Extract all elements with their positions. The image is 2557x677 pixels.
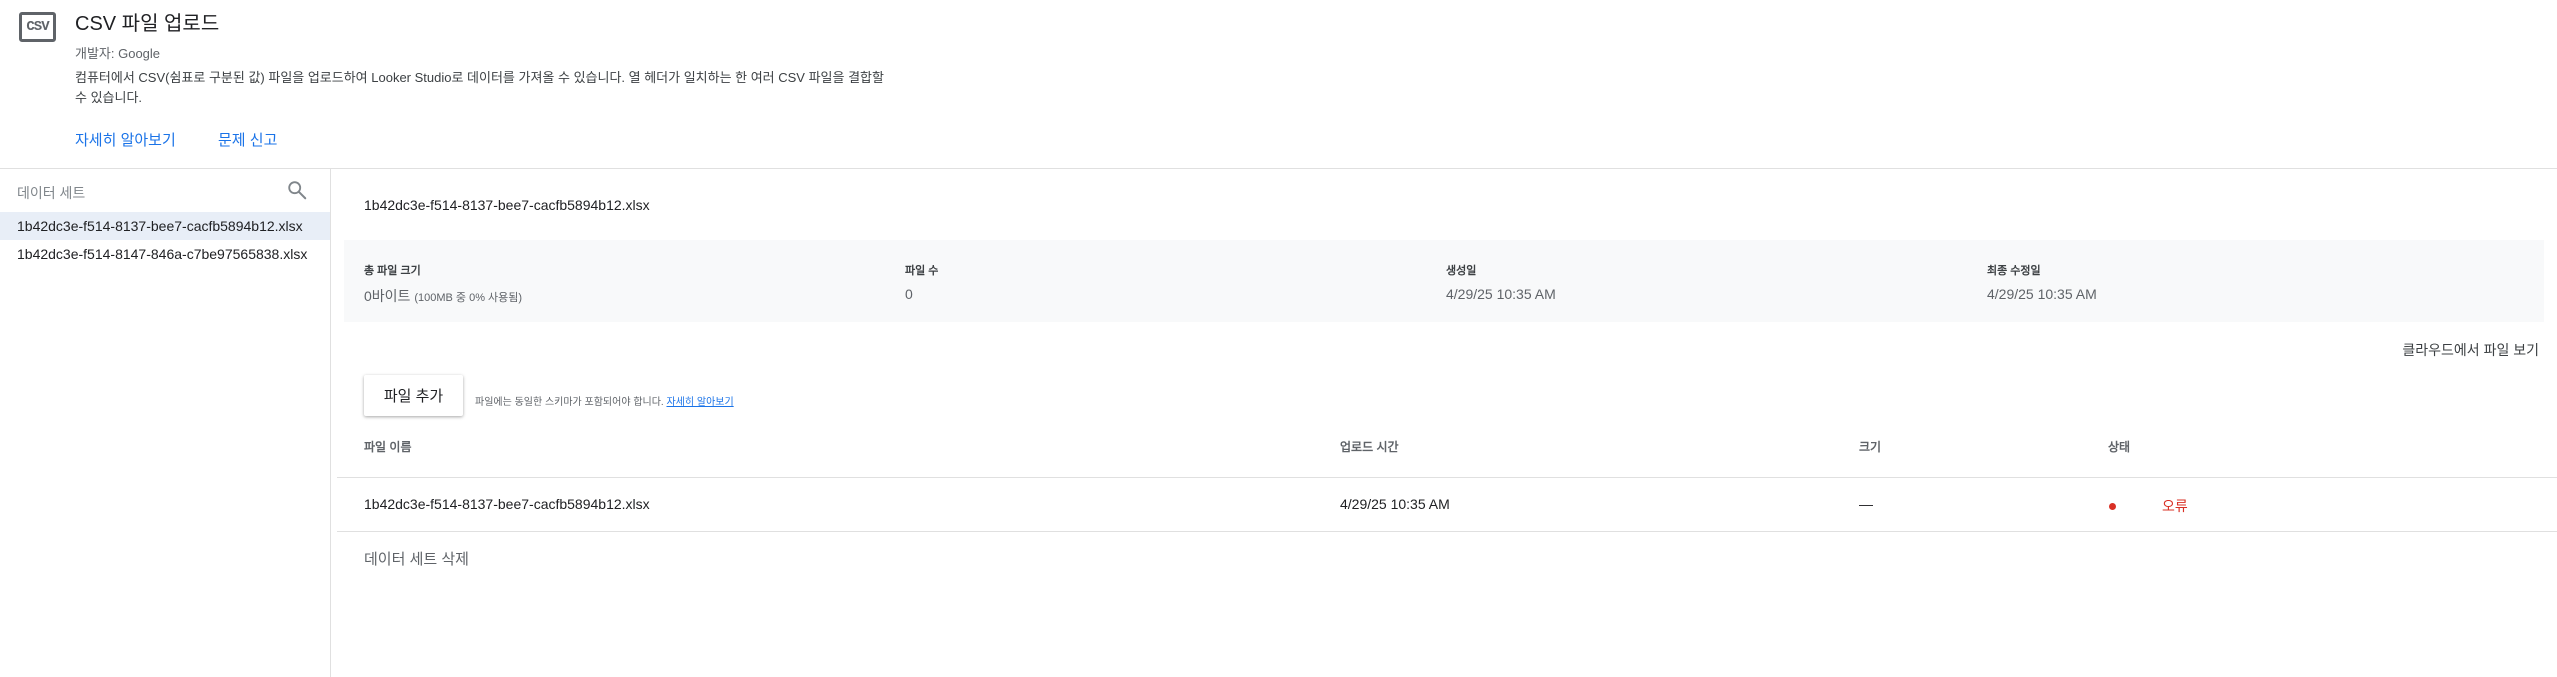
dataset-list-item[interactable]: 1b42dc3e-f514-8147-846a-c7be97565838.xls… [0,240,330,268]
column-header-size[interactable]: 크기 [1859,438,1881,455]
table-divider [337,477,2557,478]
error-status-dot-icon [2109,503,2116,510]
column-header-file-name[interactable]: 파일 이름 [364,438,412,455]
column-header-upload-time[interactable]: 업로드 시간 [1340,438,1399,455]
view-in-cloud-link[interactable]: 클라우드에서 파일 보기 [2402,340,2539,360]
dataset-title: 1b42dc3e-f514-8137-bee7-cacfb5894b12.xls… [364,197,650,213]
file-count-value: 0 [905,286,913,302]
connector-description: 컴퓨터에서 CSV(쉼표로 구분된 값) 파일을 업로드하여 Looker St… [75,70,884,105]
report-issue-link[interactable]: 문제 신고 [218,129,277,150]
delete-dataset-button[interactable]: 데이터 세트 삭제 [364,548,469,569]
total-size-label: 총 파일 크기 [364,265,421,277]
connector-header: CSV CSV 파일 업로드 개발자: Google 컴퓨터에서 CSV(쉼표로… [0,0,2557,169]
dataset-list-item[interactable]: 1b42dc3e-f514-8137-bee7-cacfb5894b12.xls… [0,212,330,240]
dataset-sidebar: 데이터 세트 1b42dc3e-f514-8137-bee7-cacfb5894… [0,169,331,677]
row-upload-time: 4/29/25 10:35 AM [1340,496,1450,512]
schema-learn-more-link[interactable]: 자세히 알아보기 [666,397,733,408]
file-count-label: 파일 수 [905,265,939,277]
page-title: CSV 파일 업로드 [75,13,220,35]
developer-label: 개발자: Google [75,46,161,61]
search-icon[interactable] [286,179,308,201]
dataset-search-input[interactable]: 데이터 세트 [17,183,85,203]
table-divider [337,531,2557,532]
row-status: 오류 [2162,498,2188,514]
quota-usage: (100MB 중 0% 사용됨) [414,292,523,304]
modified-date-label: 최종 수정일 [1987,265,2041,277]
schema-hint: 파일에는 동일한 스키마가 포함되어야 합니다. 자세히 알아보기 [475,393,734,408]
created-date-label: 생성일 [1446,265,1477,277]
learn-more-link[interactable]: 자세히 알아보기 [75,129,176,150]
total-size-amount: 0바이트 [364,288,411,304]
csv-file-icon: CSV [19,12,56,42]
created-date-value: 4/29/25 10:35 AM [1446,286,1556,302]
schema-hint-text: 파일에는 동일한 스키마가 포함되어야 합니다. [475,397,664,408]
modified-date-value: 4/29/25 10:35 AM [1987,286,2097,302]
dataset-stats-panel: 총 파일 크기 0바이트 (100MB 중 0% 사용됨) 파일 수 0 생성일… [344,240,2544,322]
add-file-button[interactable]: 파일 추가 [364,375,463,416]
row-size: — [1859,496,1873,512]
row-file-name: 1b42dc3e-f514-8137-bee7-cacfb5894b12.xls… [364,496,650,512]
column-header-status[interactable]: 상태 [2108,438,2130,455]
total-size-value: 0바이트 (100MB 중 0% 사용됨) [364,286,522,306]
